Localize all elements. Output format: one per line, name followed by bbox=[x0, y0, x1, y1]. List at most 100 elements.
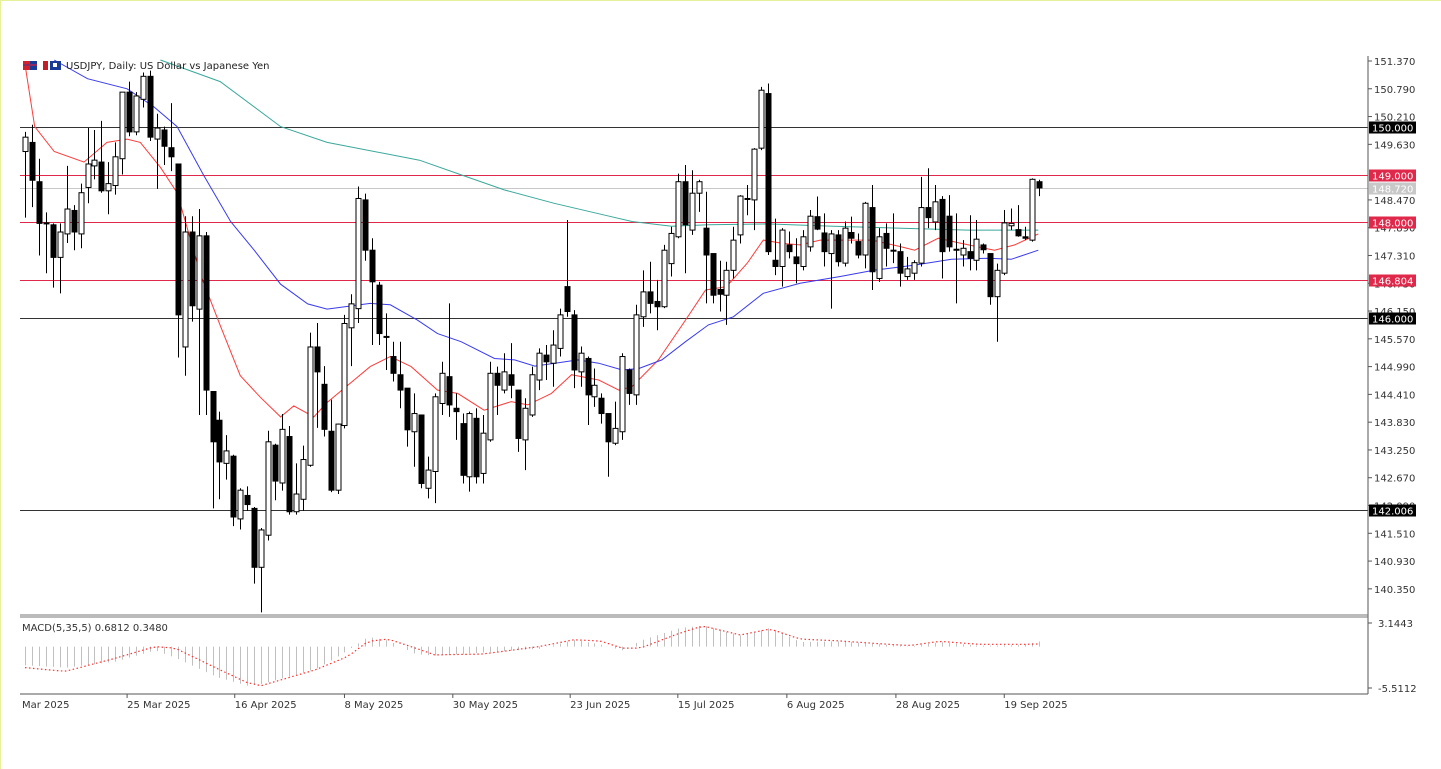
level-label: 148.000 bbox=[1372, 219, 1413, 230]
candle bbox=[877, 228, 882, 282]
price-tick-label: 145.570 bbox=[1374, 335, 1415, 346]
candle-body bbox=[537, 353, 542, 380]
candle-body bbox=[933, 202, 938, 222]
candle-body bbox=[141, 76, 146, 99]
candle-body bbox=[704, 228, 709, 255]
candle-body bbox=[592, 385, 597, 396]
candle bbox=[544, 345, 549, 380]
candle-body bbox=[794, 257, 799, 264]
candle-body bbox=[461, 424, 466, 476]
candle-body bbox=[836, 235, 841, 262]
candle bbox=[301, 446, 306, 511]
price-tick-label: 147.310 bbox=[1374, 251, 1415, 262]
candle bbox=[162, 127, 167, 165]
candle-body bbox=[211, 392, 216, 442]
candle-body bbox=[773, 260, 778, 266]
candle bbox=[467, 412, 472, 492]
candle bbox=[113, 142, 118, 194]
candle-body bbox=[370, 250, 375, 282]
candle bbox=[558, 309, 563, 357]
candle bbox=[426, 457, 431, 499]
candle bbox=[815, 197, 820, 231]
macd-signal-line bbox=[25, 627, 1039, 686]
candle-body bbox=[988, 254, 993, 297]
candle-body bbox=[669, 233, 674, 263]
candle-body bbox=[634, 315, 639, 395]
candle-body bbox=[724, 270, 729, 295]
time-tick-label: 15 Jul 2025 bbox=[678, 700, 735, 711]
price-chart[interactable]: 151.370150.790150.210149.630148.470147.8… bbox=[0, 0, 1441, 769]
candle-body bbox=[530, 375, 535, 415]
candle-body bbox=[1016, 230, 1021, 236]
candle bbox=[342, 315, 347, 429]
candle bbox=[954, 213, 959, 303]
candle bbox=[752, 148, 757, 230]
candle-body bbox=[433, 397, 438, 472]
candle bbox=[266, 431, 271, 541]
candle bbox=[655, 280, 660, 330]
candle bbox=[836, 230, 841, 266]
candle-body bbox=[99, 162, 104, 191]
candle bbox=[231, 455, 236, 526]
level-label: 148.720 bbox=[1372, 185, 1413, 196]
candle bbox=[919, 177, 924, 267]
candle bbox=[99, 121, 104, 193]
candle-body bbox=[113, 157, 118, 186]
candle bbox=[1009, 209, 1014, 231]
candle bbox=[676, 174, 681, 239]
candle bbox=[155, 114, 160, 189]
candle-body bbox=[72, 210, 77, 232]
macd-tick-label: 3.1443 bbox=[1378, 619, 1413, 630]
candle-body bbox=[204, 236, 209, 390]
candle bbox=[58, 223, 63, 293]
candle bbox=[981, 243, 986, 253]
candle bbox=[287, 426, 292, 515]
candle-body bbox=[79, 193, 84, 234]
candle-body bbox=[551, 345, 556, 363]
candle-body bbox=[481, 433, 486, 473]
candle bbox=[690, 170, 695, 235]
candle-body bbox=[662, 250, 667, 307]
candle bbox=[377, 282, 382, 345]
ma-mid-line bbox=[54, 60, 1038, 370]
candle-body bbox=[169, 148, 174, 157]
candle bbox=[905, 257, 910, 280]
candle-body bbox=[127, 92, 132, 132]
candle-body bbox=[947, 216, 952, 247]
candle-body bbox=[954, 249, 959, 250]
candle-body bbox=[1009, 223, 1014, 225]
candle-body bbox=[454, 408, 459, 411]
price-tick-label: 140.350 bbox=[1374, 585, 1415, 596]
candle bbox=[773, 219, 778, 276]
candle bbox=[579, 346, 584, 386]
candle-body bbox=[856, 242, 861, 255]
candle bbox=[433, 393, 438, 503]
time-tick-label: 19 Sep 2025 bbox=[1004, 700, 1067, 711]
candle-body bbox=[877, 237, 882, 279]
price-tick-label: 144.410 bbox=[1374, 390, 1415, 401]
candle bbox=[120, 92, 125, 174]
candle bbox=[294, 463, 299, 514]
candle bbox=[474, 408, 479, 483]
candle bbox=[1037, 180, 1042, 196]
candle-body bbox=[447, 377, 452, 405]
candle-body bbox=[884, 233, 889, 248]
candle bbox=[586, 357, 591, 425]
candle-body bbox=[815, 217, 820, 229]
candle-body bbox=[224, 451, 229, 463]
candle-body bbox=[1002, 223, 1007, 273]
candle-body bbox=[586, 358, 591, 394]
candle-body bbox=[488, 373, 493, 440]
candle bbox=[974, 220, 979, 270]
time-tick-label: 16 Apr 2025 bbox=[235, 700, 297, 711]
candle-body bbox=[523, 408, 528, 440]
candle bbox=[551, 330, 556, 387]
candle-body bbox=[759, 90, 764, 148]
candle bbox=[530, 367, 535, 417]
candle bbox=[863, 202, 868, 269]
candle-body bbox=[780, 230, 785, 266]
candle bbox=[516, 390, 521, 452]
candle-body bbox=[356, 198, 361, 308]
candle-body bbox=[683, 182, 688, 225]
candle-body bbox=[217, 420, 222, 462]
